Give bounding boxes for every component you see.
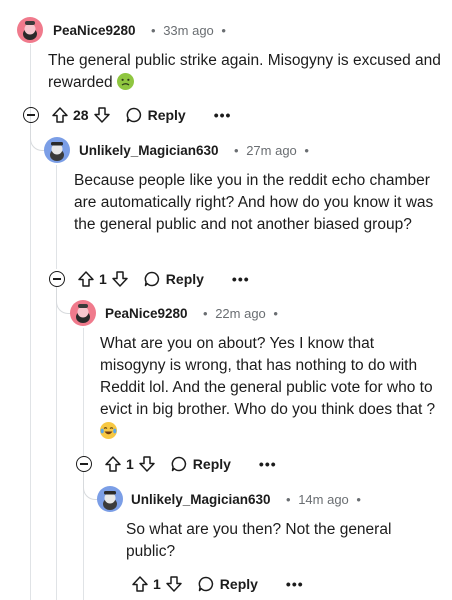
comment-author[interactable]: PeaNice9280 xyxy=(105,306,188,321)
vote-count: 1 xyxy=(126,456,134,472)
comment-actions: 1 Reply ••• xyxy=(131,573,304,595)
upvote-icon[interactable] xyxy=(104,455,122,473)
upvote-icon[interactable] xyxy=(51,106,69,124)
more-options-button[interactable]: ••• xyxy=(286,576,304,592)
nauseated-face-icon xyxy=(116,73,134,90)
comment-body: Because people like you in the reddit ec… xyxy=(74,172,434,233)
avatar[interactable] xyxy=(70,300,96,326)
reply-label: Reply xyxy=(192,456,231,472)
upvote-icon[interactable] xyxy=(77,270,95,288)
downvote-icon[interactable] xyxy=(93,106,111,124)
comment-meta: • 14m ago • xyxy=(286,492,361,507)
separator: • xyxy=(203,306,208,321)
avatar[interactable] xyxy=(44,137,70,163)
downvote-icon[interactable] xyxy=(111,270,129,288)
comment-bubble-icon xyxy=(198,576,213,592)
collapse-thread-button[interactable] xyxy=(49,271,65,287)
thread-branch xyxy=(56,286,71,314)
comment-time: 33m ago xyxy=(163,23,214,38)
separator: • xyxy=(151,23,156,38)
tears-of-joy-icon xyxy=(100,422,117,439)
comment-body: What are you on about? Yes I know that m… xyxy=(100,333,440,443)
vote-count: 1 xyxy=(153,576,161,592)
separator: • xyxy=(304,143,309,158)
comment-author[interactable]: PeaNice9280 xyxy=(53,23,136,38)
separator: • xyxy=(286,492,291,507)
more-options-button[interactable]: ••• xyxy=(232,271,250,287)
snoo-avatar-icon xyxy=(103,491,117,510)
reply-label: Reply xyxy=(219,576,258,592)
thread-line xyxy=(83,328,84,456)
vote-count: 1 xyxy=(99,271,107,287)
snoo-avatar-icon xyxy=(76,304,90,323)
comment-time: 22m ago xyxy=(215,306,266,321)
comment-bubble-icon xyxy=(126,107,141,123)
avatar[interactable] xyxy=(97,486,123,512)
comment-actions: 1 Reply ••• xyxy=(76,453,277,475)
separator: • xyxy=(221,23,226,38)
more-options-button[interactable]: ••• xyxy=(259,456,277,472)
comment-body: So what are you then? Not the general pu… xyxy=(126,521,392,560)
separator: • xyxy=(356,492,361,507)
thread-line xyxy=(56,288,57,600)
comment-body: The general public strike again. Misogyn… xyxy=(48,50,443,94)
reply-label: Reply xyxy=(165,271,204,287)
vote-count: 28 xyxy=(73,107,89,123)
upvote-icon[interactable] xyxy=(131,575,149,593)
downvote-icon[interactable] xyxy=(138,455,156,473)
comment-time: 27m ago xyxy=(246,143,297,158)
collapse-thread-button[interactable] xyxy=(23,107,39,123)
reply-button[interactable]: Reply xyxy=(125,106,186,124)
comment-meta: • 27m ago • xyxy=(234,143,309,158)
comment-meta: • 33m ago • xyxy=(151,23,226,38)
more-options-button[interactable]: ••• xyxy=(214,107,232,123)
avatar[interactable] xyxy=(17,17,43,43)
comment-bubble-icon xyxy=(171,456,186,472)
reply-button[interactable]: Reply xyxy=(170,455,231,473)
comment-text: The general public strike again. Misogyn… xyxy=(48,52,441,91)
comment-meta: • 22m ago • xyxy=(203,306,278,321)
snoo-avatar-icon xyxy=(50,142,64,161)
reply-label: Reply xyxy=(147,107,186,123)
comment-actions: 28 Reply ••• xyxy=(23,104,231,126)
reply-button[interactable]: Reply xyxy=(197,575,258,593)
thread-line xyxy=(56,165,57,269)
comment-text: What are you on about? Yes I know that m… xyxy=(100,335,436,418)
comment-author[interactable]: Unlikely_Magician630 xyxy=(79,143,219,158)
snoo-avatar-icon xyxy=(23,21,37,40)
collapse-thread-button[interactable] xyxy=(76,456,92,472)
comment-bubble-icon xyxy=(144,271,159,287)
reply-button[interactable]: Reply xyxy=(143,270,204,288)
comment-actions: 1 Reply ••• xyxy=(49,268,250,290)
comment-time: 14m ago xyxy=(298,492,349,507)
downvote-icon[interactable] xyxy=(165,575,183,593)
separator: • xyxy=(273,306,278,321)
thread-branch xyxy=(83,472,98,500)
thread-branch xyxy=(30,122,45,151)
comment-author[interactable]: Unlikely_Magician630 xyxy=(131,492,271,507)
separator: • xyxy=(234,143,239,158)
